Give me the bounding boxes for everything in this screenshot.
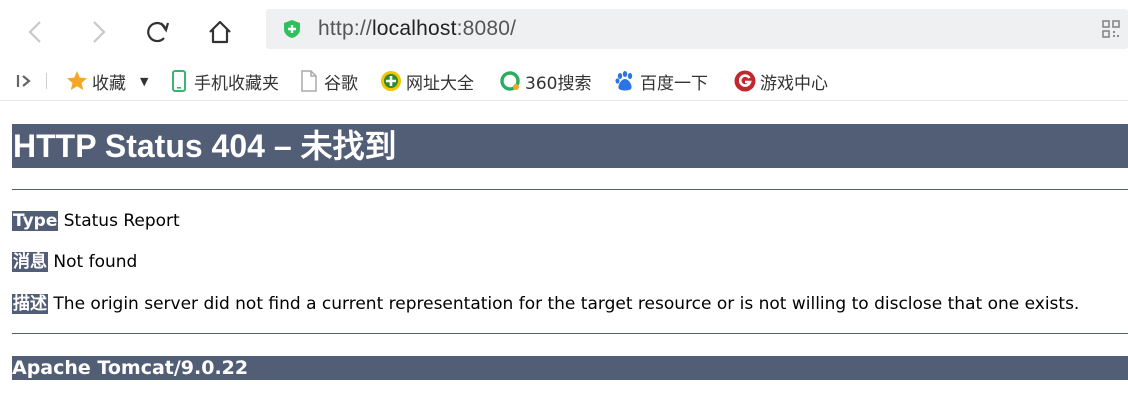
address-bar[interactable]: http://localhost:8080/	[266, 9, 1128, 49]
type-label: Type	[12, 211, 59, 231]
server-footer: Apache Tomcat/9.0.22	[12, 356, 1128, 380]
bookmark-label: 谷歌	[324, 73, 358, 94]
search-360-icon	[499, 70, 521, 92]
divider-bottom	[12, 333, 1128, 334]
shield-plus-icon	[284, 20, 300, 38]
page-content: HTTP Status 404 – 未找到 Type Status Report…	[0, 101, 1128, 407]
bookmark-url-directory[interactable]: 网址大全	[380, 68, 474, 94]
home-button[interactable]	[200, 12, 240, 52]
bookmark-label: 网址大全	[406, 73, 474, 94]
home-icon	[209, 20, 231, 44]
sidebar-toggle-button[interactable]	[14, 68, 36, 94]
forward-button[interactable]	[78, 12, 118, 52]
type-row: Type Status Report	[12, 210, 180, 232]
message-label: 消息	[12, 252, 48, 272]
url-scheme: http://	[318, 17, 372, 40]
chevron-down-icon[interactable]: ▼	[140, 75, 148, 88]
bookmark-google[interactable]: 谷歌	[298, 68, 358, 94]
bookmark-mobile-favorites[interactable]: 手机收藏夹	[168, 68, 279, 94]
bookmark-game-center[interactable]: 游戏中心	[734, 68, 828, 94]
bookmark-label: 收藏	[92, 73, 126, 94]
url-host: localhost	[371, 17, 457, 40]
bookmarks-divider	[46, 73, 47, 89]
bookmark-label: 百度一下	[640, 73, 708, 94]
plus-circle-icon	[380, 70, 402, 92]
qr-code-icon[interactable]	[1102, 20, 1120, 38]
phone-icon	[168, 70, 190, 92]
reload-icon	[147, 21, 170, 43]
bookmark-label: 手机收藏夹	[194, 73, 279, 94]
description-label: 描述	[12, 294, 48, 314]
message-value: Not found	[53, 252, 138, 272]
baidu-paw-icon	[614, 70, 636, 92]
bookmark-label: 360搜索	[525, 73, 592, 94]
forward-arrow-icon	[93, 21, 106, 43]
page-icon	[298, 70, 320, 92]
page-title: HTTP Status 404 – 未找到	[12, 124, 1128, 168]
back-arrow-icon	[28, 21, 41, 43]
message-row: 消息 Not found	[12, 251, 137, 273]
back-button[interactable]	[16, 12, 56, 52]
url-port-path: :8080/	[456, 17, 517, 40]
bookmark-favorites[interactable]: 收藏 ▼	[66, 68, 148, 94]
url-text: http://localhost:8080/	[318, 17, 516, 41]
sidebar-toggle-icon	[16, 75, 31, 87]
type-value: Status Report	[63, 211, 180, 231]
bookmark-label: 游戏中心	[760, 73, 828, 94]
bookmarks-bar: 收藏 ▼ 手机收藏夹 谷歌 网址大全 360搜索 百度一下 游戏中心	[0, 62, 1128, 101]
reload-button[interactable]	[138, 12, 178, 52]
bookmark-360-search[interactable]: 360搜索	[499, 68, 591, 94]
star-icon	[66, 70, 88, 92]
divider-top	[12, 189, 1128, 190]
browser-toolbar: http://localhost:8080/	[0, 0, 1128, 62]
description-row: 描述 The origin server did not find a curr…	[12, 293, 1079, 315]
bookmark-baidu[interactable]: 百度一下	[614, 68, 708, 94]
description-value: The origin server did not find a current…	[53, 294, 1080, 314]
game-g-icon	[734, 70, 756, 92]
